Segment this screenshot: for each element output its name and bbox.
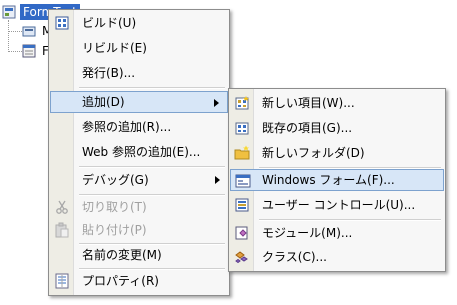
existing-item-icon: [234, 120, 250, 136]
build-icon: [54, 15, 70, 31]
menu-item-add-web-reference[interactable]: Web 参照の追加(E)...: [50, 141, 228, 163]
submenu-item-user-control[interactable]: ユーザー コントロール(U)...: [230, 194, 444, 216]
add-submenu: 新しい項目(W)... 既存の項目(G)... 新しいフォルダ(D) Windo…: [228, 88, 446, 272]
menu-item-add-reference[interactable]: 参照の追加(R)...: [50, 116, 228, 138]
submenu-item-class[interactable]: クラス(C)...: [230, 246, 444, 268]
menu-item-paste[interactable]: 貼り付け(P): [50, 219, 228, 241]
project-icon: [2, 5, 16, 19]
menu-item-debug[interactable]: デバッグ(G): [50, 169, 228, 191]
tree-connector: [8, 20, 9, 52]
properties-icon: [54, 273, 70, 289]
reference-folder-icon: [22, 24, 36, 38]
menu-item-rebuild[interactable]: リビルド(E): [50, 37, 228, 59]
submenu-item-new-folder[interactable]: 新しいフォルダ(D): [230, 142, 444, 164]
module-icon: [234, 225, 250, 241]
class-icon: [234, 249, 250, 265]
new-item-icon: [234, 95, 250, 111]
cut-icon: [54, 199, 70, 215]
submenu-item-new-item[interactable]: 新しい項目(W)...: [230, 92, 444, 114]
submenu-item-windows-form[interactable]: Windows フォーム(F)...: [230, 169, 444, 191]
menu-separator: [79, 87, 225, 89]
tree-connector: [8, 31, 22, 32]
menu-item-rename[interactable]: 名前の変更(M): [50, 244, 228, 266]
submenu-arrow-icon: [214, 99, 219, 107]
menu-item-add[interactable]: 追加(D): [50, 91, 228, 113]
submenu-arrow-icon: [215, 176, 220, 184]
user-control-icon: [234, 197, 250, 213]
submenu-separator: [259, 219, 441, 221]
menu-item-properties[interactable]: プロパティ(R): [50, 270, 228, 292]
submenu-item-existing-item[interactable]: 既存の項目(G)...: [230, 117, 444, 139]
context-menu: ビルド(U) リビルド(E) 発行(B)... 追加(D) 参照の追加(R)..…: [48, 9, 230, 296]
windows-form-icon: [235, 173, 251, 189]
new-folder-icon: [234, 145, 250, 161]
paste-icon: [54, 222, 70, 238]
form-file-icon: [22, 44, 36, 58]
menu-item-build[interactable]: ビルド(U): [50, 12, 228, 34]
menu-separator: [79, 166, 225, 168]
submenu-item-module[interactable]: モジュール(M)...: [230, 222, 444, 244]
tree-item-form[interactable]: F: [22, 43, 49, 59]
tree-connector: [8, 51, 22, 52]
menu-item-publish[interactable]: 発行(B)...: [50, 62, 228, 84]
menu-item-cut[interactable]: 切り取り(T): [50, 196, 228, 218]
